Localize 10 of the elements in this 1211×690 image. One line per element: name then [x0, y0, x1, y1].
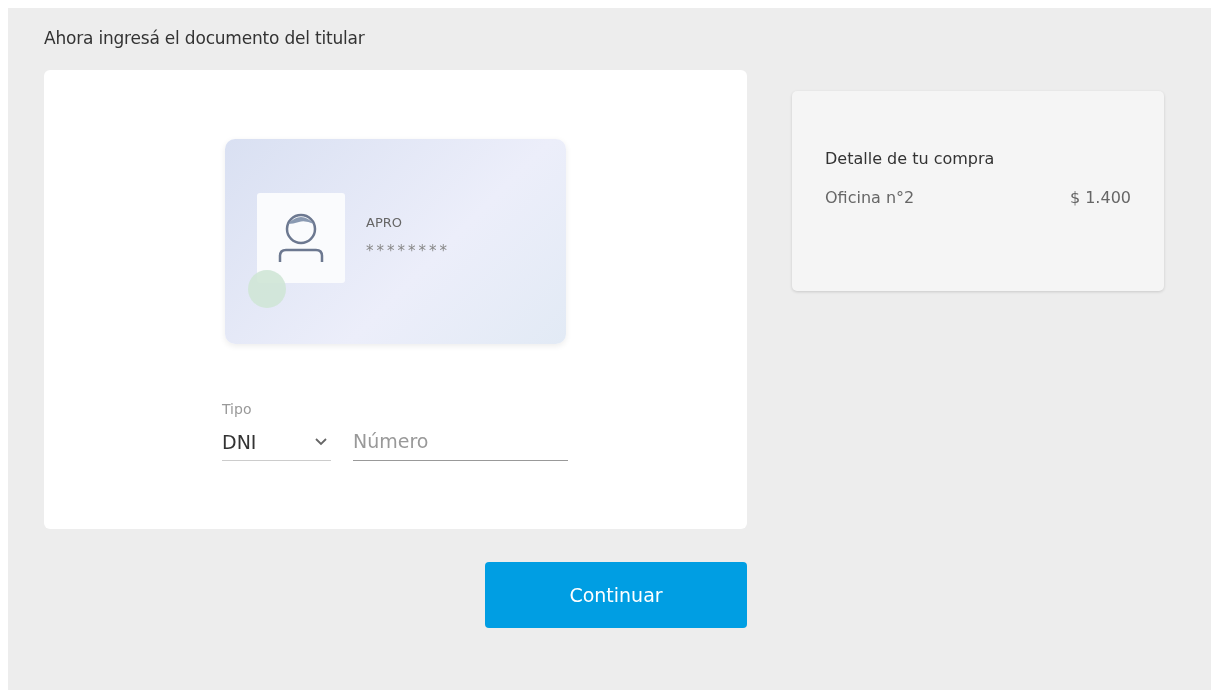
- caret-icon: [315, 437, 327, 446]
- field-label: Tipo: [222, 401, 253, 417]
- holder-name: APRO: [366, 215, 403, 230]
- summary-title: Detalle de tu compra: [825, 149, 996, 168]
- number-field[interactable]: Número: [353, 422, 568, 461]
- masked-number: ********: [366, 242, 450, 260]
- item-price: $ 1.400: [1069, 188, 1131, 207]
- item-name: Oficina n°2: [825, 188, 915, 207]
- page-heading: Ahora ingresá el documento del titular: [44, 28, 366, 48]
- type-select[interactable]: DNI: [222, 423, 331, 461]
